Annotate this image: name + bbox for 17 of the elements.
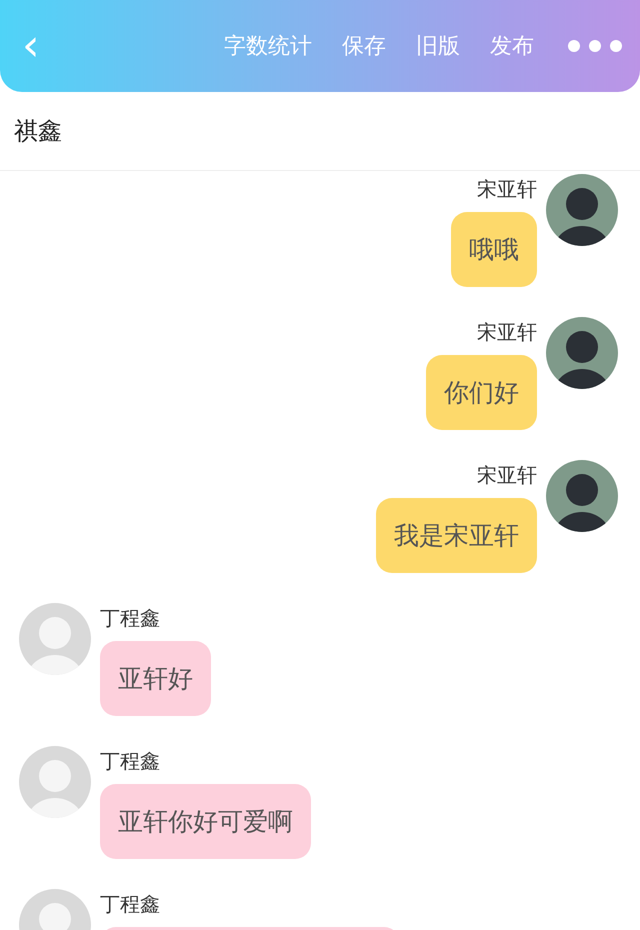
sender-name: 丁程鑫 xyxy=(100,748,160,774)
toolbar-action[interactable]: 旧版 xyxy=(416,31,460,61)
message-bubble: 亚轩好 xyxy=(100,641,211,716)
message-bubble: 哦哦 xyxy=(451,212,537,287)
toolbar-action[interactable]: 字数统计 xyxy=(224,31,312,61)
chat-title: 祺鑫 xyxy=(14,116,62,147)
sender-name: 丁程鑫 xyxy=(100,605,160,631)
back-button[interactable]: ‹ xyxy=(18,24,44,68)
sender-name: 宋亚轩 xyxy=(477,319,537,345)
sender-name: 宋亚轩 xyxy=(477,176,537,202)
toolbar-action[interactable]: 保存 xyxy=(342,31,386,61)
message-bubble: 你们好 xyxy=(426,355,537,430)
toolbar-action[interactable]: 发布 xyxy=(490,31,534,61)
sender-name: 宋亚轩 xyxy=(477,462,537,488)
message-bubble: 我是宋亚轩 xyxy=(376,498,537,573)
message-bubble: 亚轩你好可爱啊 xyxy=(100,784,311,859)
sender-name: 丁程鑫 xyxy=(100,891,160,917)
